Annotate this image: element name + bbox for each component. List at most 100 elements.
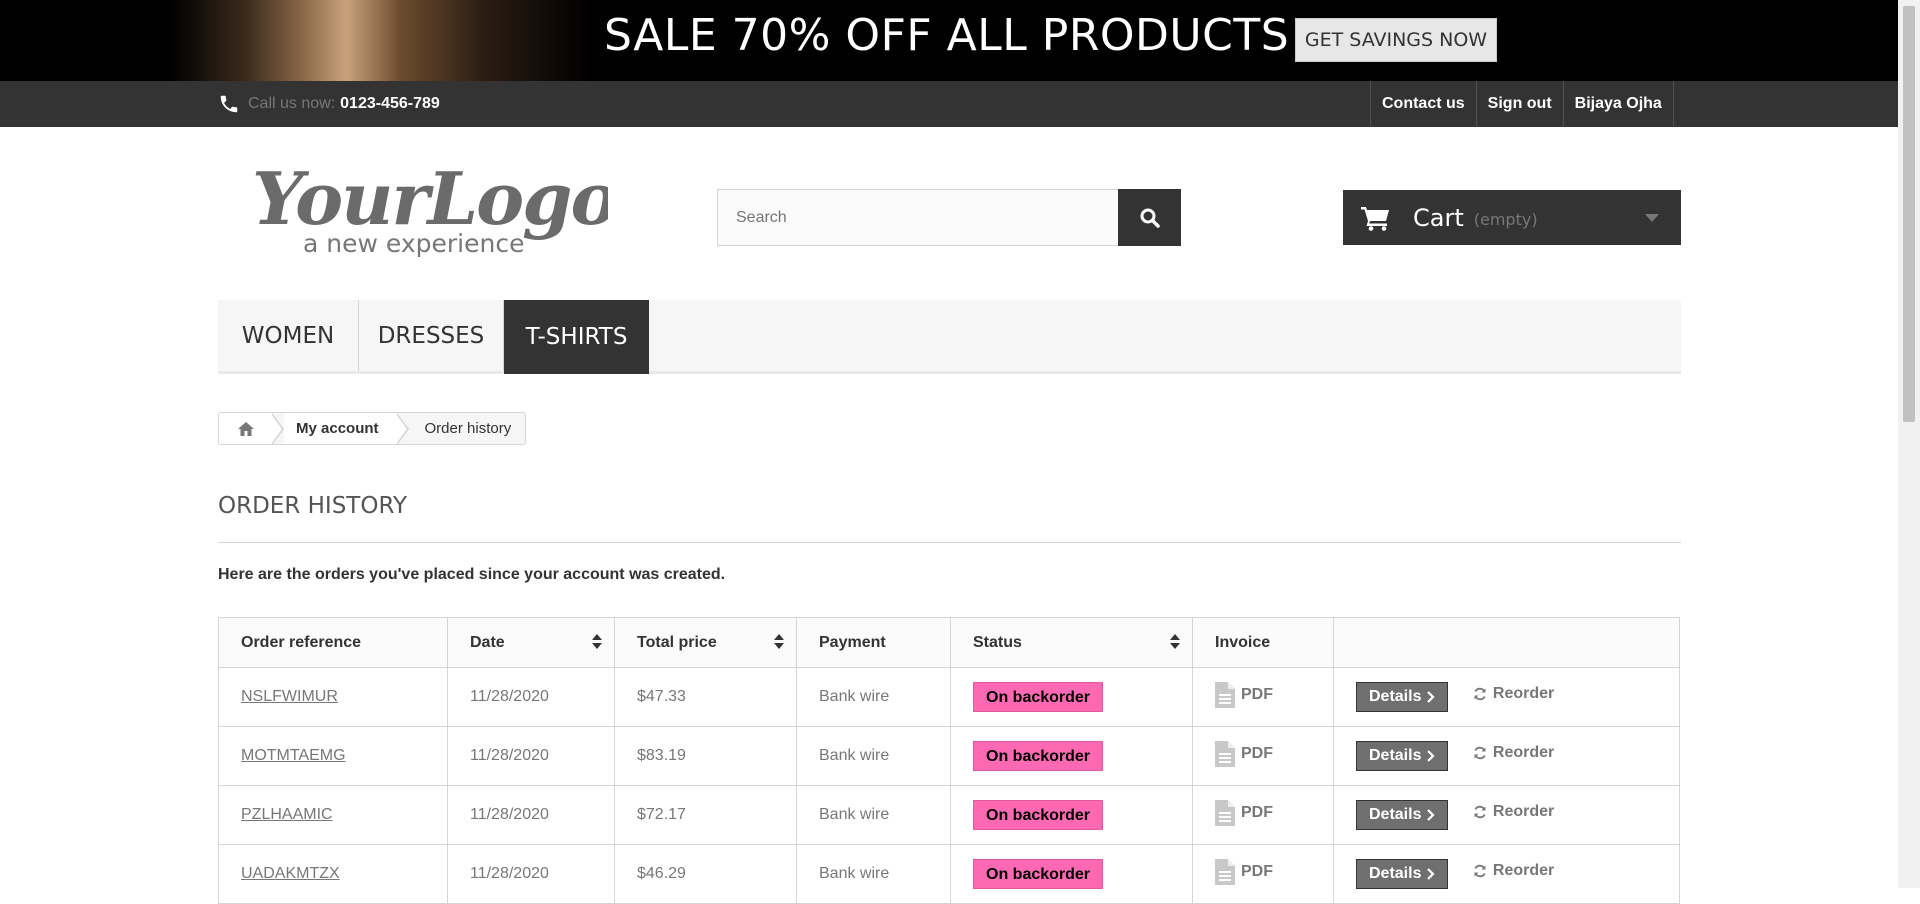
order-payment: Bank wire <box>796 726 951 786</box>
order-date: 11/28/2020 <box>447 667 615 727</box>
invoice-pdf-label: PDF <box>1241 685 1273 703</box>
file-icon <box>1215 858 1235 885</box>
status-badge: On backorder <box>973 682 1104 712</box>
account-name-link[interactable]: Bijaya Ojha <box>1564 81 1674 127</box>
refresh-icon <box>1474 864 1486 878</box>
col-actions <box>1333 617 1680 668</box>
reorder-link[interactable]: Reorder <box>1473 862 1554 880</box>
table-row: MOTMTAEMG 11/28/2020 $83.19 Bank wire On… <box>218 726 1680 786</box>
col-total-price[interactable]: Total price <box>614 617 797 668</box>
menu-item-dresses[interactable]: DRESSES <box>359 300 504 371</box>
chevron-right-icon <box>1427 691 1436 703</box>
sort-icon[interactable] <box>592 634 602 650</box>
order-date: 11/28/2020 <box>447 726 615 786</box>
status-badge: On backorder <box>973 741 1104 771</box>
order-invoice-cell: PDF <box>1192 726 1334 786</box>
details-button[interactable]: Details <box>1356 682 1449 712</box>
details-button[interactable]: Details <box>1356 800 1449 830</box>
sort-icon[interactable] <box>774 634 784 650</box>
page-title: ORDER HISTORY <box>218 493 408 519</box>
invoice-pdf-link[interactable]: PDF <box>1215 858 1273 885</box>
order-reference-link[interactable]: PZLHAAMIC <box>241 806 333 823</box>
details-button[interactable]: Details <box>1356 859 1449 889</box>
call-us: Call us now: 0123-456-789 <box>218 81 440 127</box>
title-divider <box>218 542 1681 543</box>
table-row: UADAKMTZX 11/28/2020 $46.29 Bank wire On… <box>218 844 1680 904</box>
col-invoice: Invoice <box>1192 617 1334 668</box>
order-reference-cell: NSLFWIMUR <box>218 667 448 727</box>
file-icon <box>1215 681 1235 708</box>
contact-us-link[interactable]: Contact us <box>1371 81 1477 127</box>
reorder-label: Reorder <box>1492 803 1555 820</box>
details-button[interactable]: Details <box>1356 741 1449 771</box>
order-total: $83.19 <box>614 726 797 786</box>
breadcrumb-my-account[interactable]: My account <box>284 413 397 444</box>
caret-down-icon <box>1645 214 1659 222</box>
page-scrollbar[interactable] <box>1898 0 1920 888</box>
store-logo[interactable]: YourLogo a new experience <box>248 152 618 262</box>
order-reference-link[interactable]: MOTMTAEMG <box>241 747 346 764</box>
order-reference-link[interactable]: NSLFWIMUR <box>241 688 338 705</box>
reorder-link[interactable]: Reorder <box>1473 685 1554 703</box>
order-actions-cell: Details Reorder <box>1333 785 1680 845</box>
breadcrumb-separator <box>395 413 409 444</box>
search-box <box>717 189 1181 246</box>
invoice-pdf-label: PDF <box>1241 744 1273 762</box>
order-invoice-cell: PDF <box>1192 667 1334 727</box>
reorder-link[interactable]: Reorder <box>1473 744 1554 762</box>
col-date[interactable]: Date <box>447 617 615 668</box>
breadcrumb-current: Order history <box>424 420 512 437</box>
phone-icon <box>220 95 238 113</box>
chevron-right-icon <box>1427 868 1436 880</box>
order-total: $47.33 <box>614 667 797 727</box>
reorder-label: Reorder <box>1492 862 1555 879</box>
col-order-reference: Order reference <box>218 617 448 668</box>
order-actions-cell: Details Reorder <box>1333 667 1680 727</box>
order-reference-link[interactable]: UADAKMTZX <box>241 865 340 882</box>
cart-status: (empty) <box>1473 210 1538 229</box>
banner-model-photo <box>170 0 590 81</box>
chevron-right-icon <box>1427 750 1436 762</box>
menu-item-tshirts[interactable]: T-SHIRTS <box>504 300 649 374</box>
order-payment: Bank wire <box>796 667 951 727</box>
details-label: Details <box>1369 865 1422 882</box>
chevron-right-icon <box>1427 809 1436 821</box>
call-label: Call us now: <box>248 95 336 112</box>
sort-icon[interactable] <box>1170 634 1180 650</box>
table-header-row: Order reference Date Total price Payment… <box>218 617 1680 668</box>
cart-icon <box>1361 206 1389 231</box>
refresh-icon <box>1474 805 1486 819</box>
search-input[interactable] <box>718 190 1118 245</box>
table-row: PZLHAAMIC 11/28/2020 $72.17 Bank wire On… <box>218 785 1680 845</box>
logo-tagline: a new experience <box>303 229 524 258</box>
search-button[interactable] <box>1118 189 1181 246</box>
promo-banner[interactable]: SALE 70% OFF ALL PRODUCTS GET SAVINGS NO… <box>0 0 1898 81</box>
breadcrumb: My account Order history <box>218 412 527 445</box>
menu-item-women[interactable]: WOMEN <box>218 300 359 371</box>
order-payment: Bank wire <box>796 785 951 845</box>
col-status[interactable]: Status <box>950 617 1193 668</box>
cart-button[interactable]: Cart (empty) <box>1343 190 1681 245</box>
breadcrumb-home[interactable] <box>219 413 272 444</box>
order-reference-cell: PZLHAAMIC <box>218 785 448 845</box>
phone-number: 0123-456-789 <box>340 95 440 112</box>
invoice-pdf-link[interactable]: PDF <box>1215 799 1273 826</box>
order-invoice-cell: PDF <box>1192 785 1334 845</box>
reorder-link[interactable]: Reorder <box>1473 803 1554 821</box>
invoice-pdf-label: PDF <box>1241 862 1273 880</box>
search-icon <box>1140 208 1160 228</box>
order-payment: Bank wire <box>796 844 951 904</box>
reorder-label: Reorder <box>1492 685 1555 702</box>
get-savings-button[interactable]: GET SAVINGS NOW <box>1295 18 1497 62</box>
order-total: $46.29 <box>614 844 797 904</box>
status-badge: On backorder <box>973 800 1104 830</box>
scrollbar-thumb[interactable] <box>1903 6 1915 422</box>
sign-out-link[interactable]: Sign out <box>1477 81 1564 127</box>
invoice-pdf-link[interactable]: PDF <box>1215 740 1273 767</box>
reorder-label: Reorder <box>1492 744 1555 761</box>
order-status-cell: On backorder <box>950 667 1193 727</box>
invoice-pdf-link[interactable]: PDF <box>1215 681 1273 708</box>
refresh-icon <box>1474 746 1486 760</box>
order-status-cell: On backorder <box>950 844 1193 904</box>
top-nav-bar: Call us now: 0123-456-789 Contact us Sig… <box>0 81 1898 127</box>
